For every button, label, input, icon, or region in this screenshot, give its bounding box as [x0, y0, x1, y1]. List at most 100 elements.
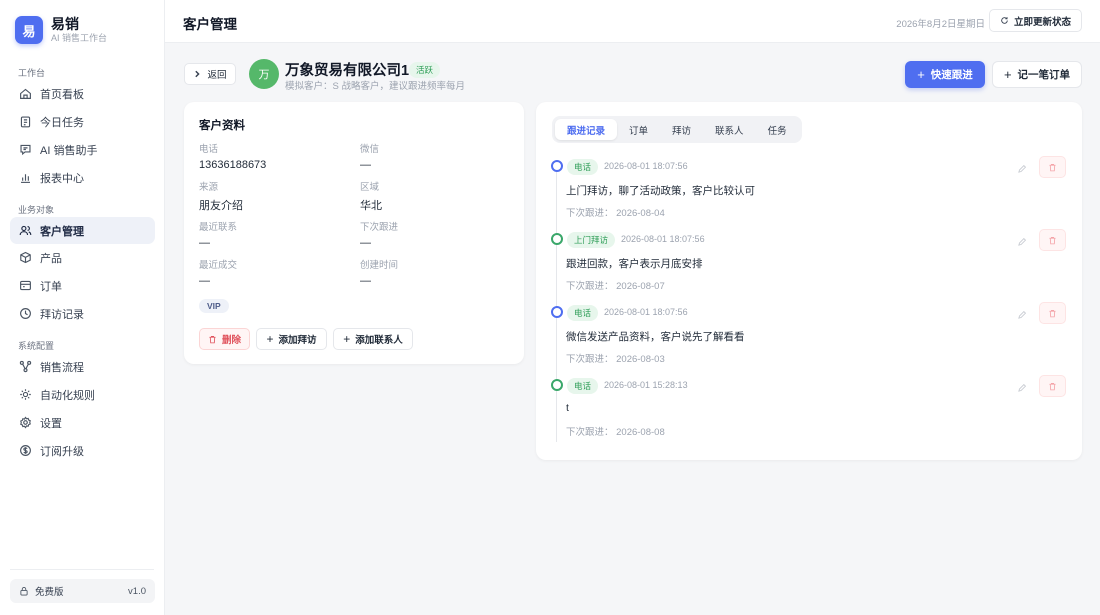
plan-badge[interactable]: 免费版 v1.0	[10, 579, 155, 603]
sidebar-item-automation[interactable]: 自动化规则	[10, 381, 155, 408]
sidebar-item-today-tasks[interactable]: 今日任务	[10, 108, 155, 135]
page-title: 客户管理	[183, 17, 237, 32]
activity-card: 跟进记录 订单 拜访 联系人 任务 电话 2026-08-01 18:07:56…	[536, 102, 1082, 460]
field-label: 微信	[360, 144, 380, 155]
sidebar-item-settings[interactable]: 设置	[10, 409, 155, 436]
record-order-button[interactable]: + 记一笔订单	[992, 61, 1082, 88]
sidebar-item-customers[interactable]: 客户管理	[10, 217, 155, 244]
sidebar-item-label: 订单	[40, 280, 62, 293]
activity-type-badge: 电话	[567, 305, 599, 321]
version-label: v1.0	[128, 585, 146, 597]
header-date: 2026年8月2日星期日	[896, 19, 985, 30]
refresh-status-label: 立即更新状态	[1013, 16, 1071, 28]
wechat-value: —	[360, 159, 371, 171]
region-value: 华北	[360, 200, 382, 212]
phone-value: 13636188673	[199, 159, 267, 171]
trash-icon	[1049, 163, 1056, 171]
plan-label: 免费版	[35, 587, 64, 598]
field-label: 创建时间	[360, 260, 399, 271]
next-followup: 下次跟进： 2026-08-03	[566, 354, 665, 365]
record-order-label: 记一笔订单	[1017, 69, 1071, 81]
edit-button[interactable]	[1017, 163, 1027, 173]
sidebar-item-reports[interactable]: 报表中心	[10, 164, 155, 191]
field-label: 电话	[199, 144, 219, 155]
created-at-value: —	[360, 275, 371, 287]
nav-section-title: 业务对象	[18, 205, 55, 215]
bar-chart-icon	[21, 174, 30, 183]
quick-followup-button[interactable]: + 快速跟进	[905, 61, 985, 88]
activity-content: 微信发送产品资料，客户说先了解看看	[566, 331, 745, 343]
edit-button[interactable]	[1017, 236, 1027, 246]
tab-visits[interactable]: 拜访	[660, 119, 703, 140]
clipboard-icon	[20, 116, 31, 128]
next-followup-value: —	[360, 237, 371, 249]
activity-time: 2026-08-01 18:07:56	[604, 161, 688, 171]
add-visit-button[interactable]: + 添加拜访	[256, 328, 327, 350]
sidebar-item-subscription[interactable]: 订阅升级	[10, 437, 155, 464]
sidebar-item-ai-assistant[interactable]: AI 销售助手	[10, 136, 155, 163]
add-visit-label: 添加拜访	[278, 335, 317, 346]
activity-type-badge: 电话	[567, 159, 599, 175]
field-label: 区域	[360, 182, 380, 193]
status-badge: 活跃	[409, 62, 441, 78]
delete-entry-button[interactable]	[1039, 156, 1066, 178]
customer-name: 万象贸易有限公司1	[285, 63, 410, 79]
tab-orders[interactable]: 订单	[617, 119, 660, 140]
activity-content: t	[566, 402, 569, 414]
field-label: 最近成交	[199, 260, 238, 271]
timeline-dot	[551, 379, 563, 391]
plus-icon: +	[1003, 67, 1012, 82]
sidebar-item-visits[interactable]: 拜访记录	[10, 300, 155, 327]
edit-button[interactable]	[1017, 382, 1027, 392]
trash-icon	[1049, 309, 1056, 317]
field-label: 最近联系	[199, 222, 238, 233]
nav-section-title: 工作台	[18, 68, 46, 78]
add-contact-label: 添加联系人	[355, 335, 403, 346]
sidebar-item-products[interactable]: 产品	[10, 244, 155, 271]
sidebar-item-dashboard[interactable]: 首页看板	[10, 80, 155, 107]
activity-time: 2026-08-01 15:28:13	[604, 380, 688, 390]
sun-icon	[20, 389, 31, 400]
tab-followups[interactable]: 跟进记录	[555, 119, 618, 140]
users-icon	[19, 225, 32, 236]
timeline-dot	[551, 233, 563, 245]
timeline-item: 电话 2026-08-01 15:28:13 t 下次跟进： 2026-08-0…	[536, 375, 1082, 449]
sidebar-item-sales-pipeline[interactable]: 销售流程	[10, 353, 155, 380]
sidebar-item-label: 销售流程	[40, 361, 84, 374]
refresh-status-button[interactable]: 立即更新状态	[988, 9, 1082, 32]
sidebar-item-label: 自动化规则	[40, 389, 95, 402]
timeline-item: 电话 2026-08-01 18:07:56 微信发送产品资料，客户说先了解看看…	[536, 302, 1082, 376]
delete-entry-button[interactable]	[1039, 302, 1066, 324]
timeline-dot	[551, 306, 563, 318]
add-contact-button[interactable]: + 添加联系人	[333, 328, 413, 350]
activity-type-badge: 电话	[567, 378, 599, 394]
tab-tasks[interactable]: 任务	[756, 119, 799, 140]
sidebar-item-orders[interactable]: 订单	[10, 272, 155, 299]
trash-icon	[1049, 236, 1056, 244]
customer-avatar: 万	[249, 59, 279, 89]
field-label: 下次跟进	[360, 222, 399, 233]
delete-button[interactable]: 删除	[199, 328, 250, 350]
back-button[interactable]: 返回	[184, 63, 236, 85]
sidebar-item-label: 今日任务	[40, 116, 84, 129]
sidebar-item-label: AI 销售助手	[40, 144, 98, 157]
delete-entry-button[interactable]	[1039, 229, 1066, 251]
gear-icon	[20, 416, 31, 429]
edit-button[interactable]	[1017, 309, 1027, 319]
tab-contacts[interactable]: 联系人	[703, 119, 756, 140]
delete-entry-button[interactable]	[1039, 375, 1066, 397]
sidebar: 易 易销 AI 销售工作台 工作台 首页看板 今日任务 AI 销售助手 报表中心…	[0, 0, 165, 615]
brand: 易 易销 AI 销售工作台	[15, 16, 107, 44]
sidebar-item-label: 订阅升级	[40, 445, 84, 458]
brand-name: 易销	[51, 16, 79, 32]
trash-icon	[209, 335, 216, 343]
dollar-icon	[20, 445, 31, 456]
sidebar-item-label: 拜访记录	[40, 308, 84, 321]
sidebar-item-label: 客户管理	[40, 225, 84, 238]
back-label: 返回	[207, 70, 227, 81]
field-label: 来源	[199, 182, 219, 193]
last-deal-value: —	[199, 275, 210, 287]
chat-icon	[20, 144, 31, 156]
brand-logo: 易	[15, 16, 43, 44]
vip-tag: VIP	[199, 299, 229, 313]
